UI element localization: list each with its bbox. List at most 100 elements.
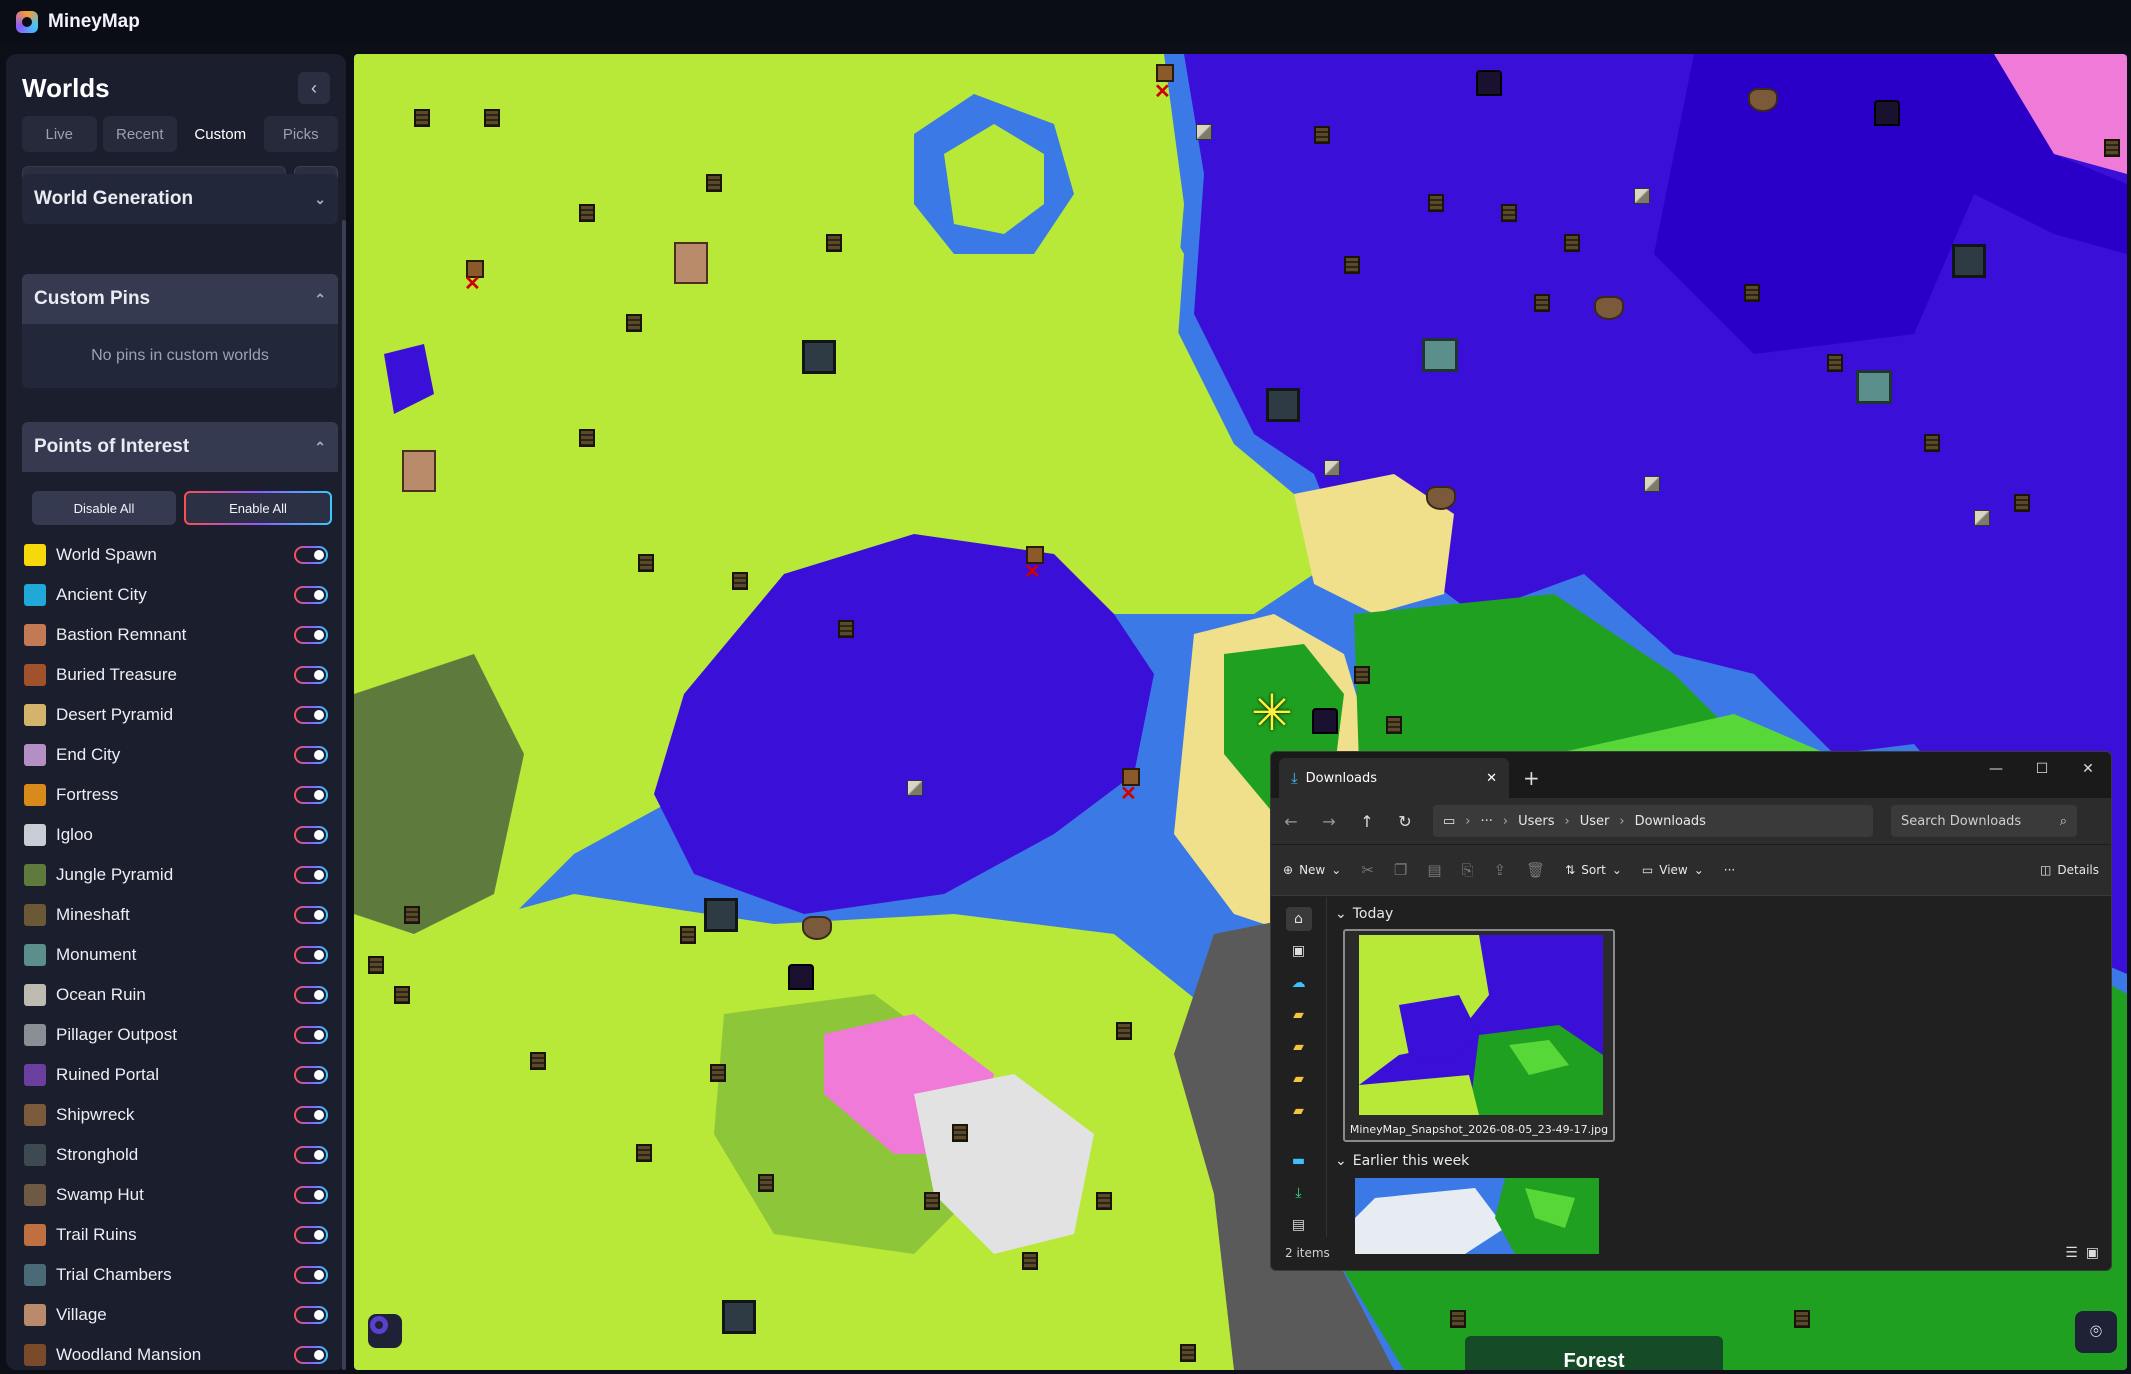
mineshaft-marker[interactable]: [1344, 256, 1360, 274]
tab-custom[interactable]: Custom: [183, 116, 258, 152]
downloads-icon[interactable]: ⤓: [1286, 1181, 1312, 1205]
ocean-ruin-marker[interactable]: [1324, 460, 1340, 476]
poi-toggle[interactable]: [294, 1226, 328, 1244]
world-icon[interactable]: [368, 1314, 402, 1348]
custom-pins-header[interactable]: Custom Pins ⌃: [22, 274, 338, 324]
tab-downloads[interactable]: ⤓ Downloads ✕: [1279, 758, 1509, 798]
poi-row[interactable]: Buried Treasure: [22, 655, 338, 695]
desktop-icon[interactable]: ▬: [1286, 1149, 1312, 1173]
group-today[interactable]: ⌄ Today: [1335, 903, 2105, 925]
ruined-portal-marker[interactable]: [1476, 70, 1502, 96]
mineshaft-marker[interactable]: [1501, 204, 1517, 222]
ocean-ruin-marker[interactable]: [1644, 476, 1660, 492]
more-options-icon[interactable]: ···: [1724, 863, 1735, 877]
poi-toggle[interactable]: [294, 1186, 328, 1204]
share-icon[interactable]: ⇪: [1494, 861, 1507, 879]
poi-row[interactable]: World Spawn: [22, 535, 338, 575]
refresh-icon[interactable]: ↻: [1395, 812, 1415, 831]
mineshaft-marker[interactable]: [2014, 494, 2030, 512]
breadcrumb-users[interactable]: Users: [1518, 814, 1554, 829]
mineshaft-marker[interactable]: [530, 1052, 546, 1070]
shipwreck-marker[interactable]: [1594, 296, 1624, 320]
disable-all-button[interactable]: Disable All: [32, 491, 176, 525]
points-of-interest-header[interactable]: Points of Interest ⌃: [22, 422, 338, 472]
poi-row[interactable]: Ocean Ruin: [22, 975, 338, 1015]
minimize-icon[interactable]: —: [1973, 752, 2019, 786]
stronghold-marker[interactable]: [802, 340, 836, 374]
poi-row[interactable]: Monument: [22, 935, 338, 975]
tab-picks[interactable]: Picks: [263, 116, 338, 152]
poi-row[interactable]: Ancient City: [22, 575, 338, 615]
poi-row[interactable]: Pillager Outpost: [22, 1015, 338, 1055]
close-icon[interactable]: ✕: [2065, 752, 2111, 786]
mineshaft-marker[interactable]: [404, 906, 420, 924]
mineshaft-marker[interactable]: [1386, 716, 1402, 734]
close-tab-icon[interactable]: ✕: [1486, 771, 1497, 786]
mineshaft-marker[interactable]: [1096, 1192, 1112, 1210]
village-marker[interactable]: [674, 242, 708, 284]
poi-row[interactable]: Swamp Hut: [22, 1175, 338, 1215]
group-earlier[interactable]: ⌄ Earlier this week: [1335, 1150, 2105, 1172]
onedrive-icon[interactable]: ☁: [1286, 971, 1312, 995]
sidebar-scrollbar[interactable]: [342, 220, 346, 1370]
file-item[interactable]: MineyMap_Snapshot_2026-08-05_23-49-17.jp…: [1343, 929, 1615, 1142]
poi-toggle[interactable]: [294, 1266, 328, 1284]
back-icon[interactable]: ←: [1281, 812, 1301, 831]
ruined-portal-marker[interactable]: [1874, 100, 1900, 126]
folder-icon[interactable]: ▰: [1286, 1035, 1312, 1059]
mineshaft-marker[interactable]: [1744, 284, 1760, 302]
mineshaft-marker[interactable]: [710, 1064, 726, 1082]
mineshaft-marker[interactable]: [2104, 139, 2120, 157]
ocean-ruin-marker[interactable]: [1196, 124, 1212, 140]
mineshaft-marker[interactable]: [1924, 434, 1940, 452]
paste-icon[interactable]: ▤: [1427, 861, 1441, 879]
poi-toggle[interactable]: [294, 986, 328, 1004]
world-generation-header[interactable]: World Generation ⌄: [22, 174, 338, 224]
poi-toggle[interactable]: [294, 546, 328, 564]
mineshaft-marker[interactable]: [952, 1124, 968, 1142]
folder-icon[interactable]: ▰: [1286, 1099, 1312, 1123]
poi-row[interactable]: Stronghold: [22, 1135, 338, 1175]
poi-toggle[interactable]: [294, 1026, 328, 1044]
details-button[interactable]: ◫ Details: [2040, 863, 2099, 877]
cut-icon[interactable]: ✂: [1361, 861, 1374, 879]
poi-row[interactable]: Igloo: [22, 815, 338, 855]
poi-row[interactable]: Jungle Pyramid: [22, 855, 338, 895]
more-icon[interactable]: ···: [1481, 814, 1493, 829]
stronghold-marker[interactable]: [1952, 244, 1986, 278]
mineshaft-marker[interactable]: [414, 109, 430, 127]
breadcrumb-user[interactable]: User: [1580, 814, 1610, 829]
documents-icon[interactable]: ▤: [1286, 1213, 1312, 1237]
mineshaft-marker[interactable]: [1116, 1022, 1132, 1040]
mineshaft-marker[interactable]: [484, 109, 500, 127]
new-tab-icon[interactable]: +: [1523, 766, 1540, 790]
home-icon[interactable]: ⌂: [1285, 907, 1312, 931]
poi-row[interactable]: Fortress: [22, 775, 338, 815]
poi-row[interactable]: Mineshaft: [22, 895, 338, 935]
ruined-portal-marker[interactable]: [788, 964, 814, 990]
mineshaft-marker[interactable]: [638, 554, 654, 572]
list-view-icon[interactable]: ☰: [2065, 1245, 2078, 1261]
mineshaft-marker[interactable]: [706, 174, 722, 192]
stronghold-marker[interactable]: [1266, 388, 1300, 422]
mineshaft-marker[interactable]: [1450, 1310, 1466, 1328]
poi-row[interactable]: Desert Pyramid: [22, 695, 338, 735]
mineshaft-marker[interactable]: [732, 572, 748, 590]
stronghold-marker[interactable]: [722, 1300, 756, 1334]
poi-row[interactable]: End City: [22, 735, 338, 775]
mineshaft-marker[interactable]: [579, 429, 595, 447]
shipwreck-marker[interactable]: [1748, 88, 1778, 112]
poi-toggle[interactable]: [294, 866, 328, 884]
thumbnail-view-icon[interactable]: ▣: [2086, 1245, 2099, 1261]
stronghold-marker[interactable]: [704, 898, 738, 932]
ocean-ruin-marker[interactable]: [1634, 188, 1650, 204]
mineshaft-marker[interactable]: [1180, 1344, 1196, 1362]
chevron-left-icon[interactable]: ‹: [298, 72, 330, 104]
mineshaft-marker[interactable]: [626, 314, 642, 332]
mineshaft-marker[interactable]: [579, 204, 595, 222]
mineshaft-marker[interactable]: [1794, 1310, 1810, 1328]
poi-toggle[interactable]: [294, 586, 328, 604]
sort-button[interactable]: ⇅ Sort ⌄: [1565, 863, 1622, 877]
poi-row[interactable]: Woodland Mansion: [22, 1335, 338, 1370]
ocean-ruin-marker[interactable]: [1974, 510, 1990, 526]
